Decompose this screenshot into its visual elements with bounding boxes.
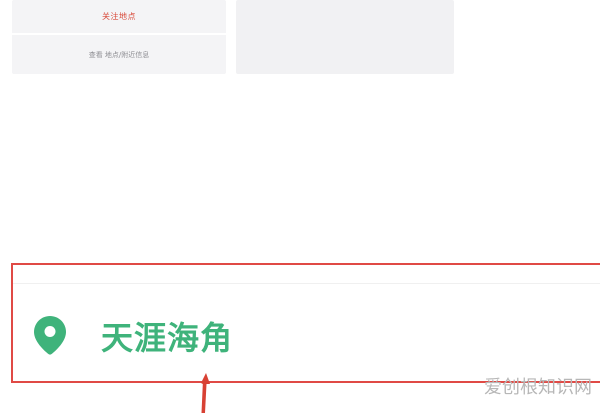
card-top-label: 关注地点 <box>102 12 136 21</box>
location-divider-line <box>13 283 600 284</box>
annotation-arrow-icon <box>201 373 210 413</box>
card-bottom-label: 查看 地点/附近信息 <box>88 50 150 59</box>
card-top-section[interactable]: 关注地点 <box>12 0 226 33</box>
card-bottom-section[interactable]: 查看 地点/附近信息 <box>12 35 226 74</box>
blank-card <box>236 0 454 74</box>
location-highlight-box: 天涯海角 <box>11 263 600 383</box>
watermark-text: 爱创根知识网 <box>484 377 592 398</box>
recent-location-card[interactable]: 关注地点 查看 地点/附近信息 <box>12 0 226 74</box>
location-row[interactable]: 天涯海角 <box>33 313 233 359</box>
location-pin-icon <box>34 316 66 355</box>
location-name: 天涯海角 <box>101 319 234 357</box>
